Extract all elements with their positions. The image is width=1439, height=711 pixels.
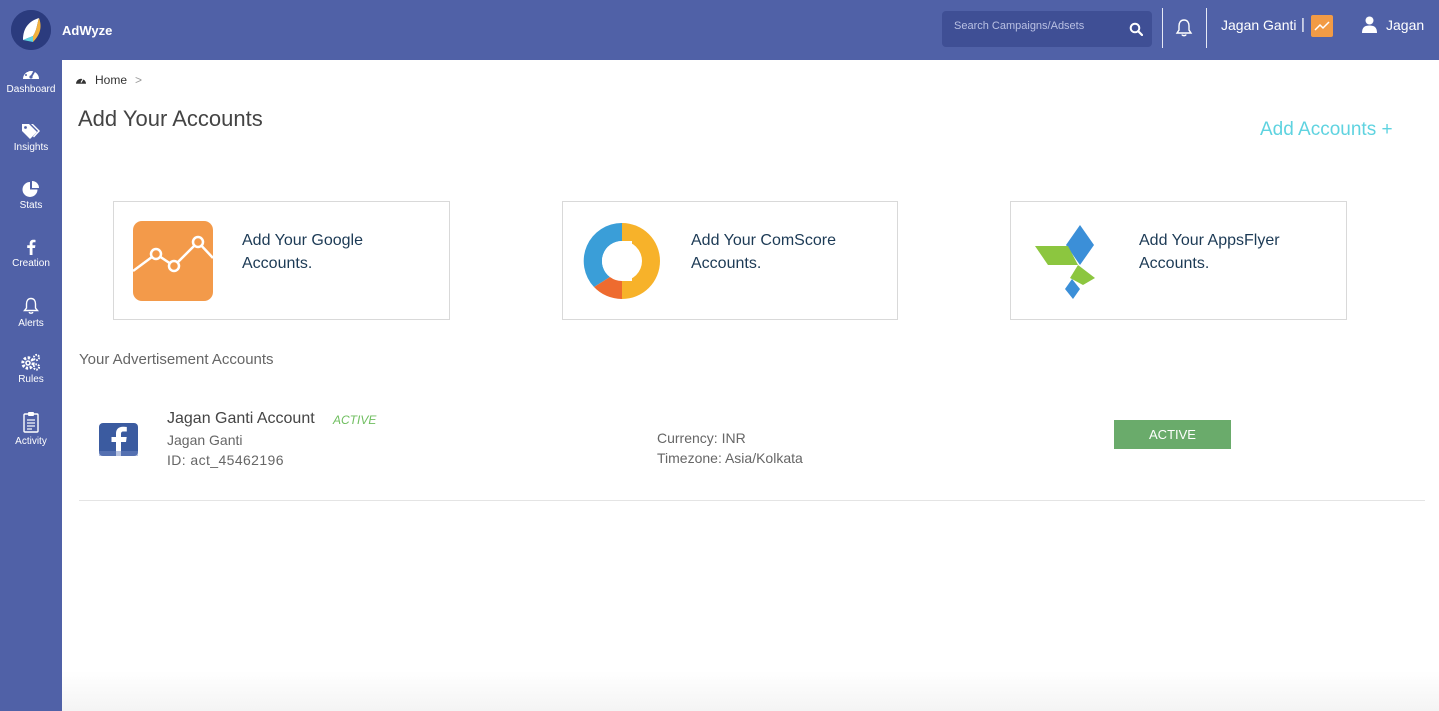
sidebar-item-insights[interactable]: Insights (0, 123, 62, 175)
account-currency: Currency: INR (657, 430, 746, 446)
sidebar-item-label: Activity (15, 436, 47, 447)
account-owner: Jagan Ganti (167, 432, 243, 448)
dashboard-icon (76, 78, 86, 84)
sidebar-item-stats[interactable]: Stats (0, 181, 62, 233)
gears-icon (21, 353, 41, 371)
account-name: Jagan Ganti Account (167, 410, 315, 427)
account-status-button[interactable]: ACTIVE (1114, 420, 1231, 449)
sidebar-item-activity[interactable]: Activity (0, 411, 62, 463)
bottom-fade (62, 671, 1439, 711)
dashboard-icon (23, 68, 39, 79)
sidebar-item-label: Alerts (18, 318, 44, 329)
card-label: Add Your AppsFlyer Accounts. (1139, 232, 1280, 272)
sidebar-item-label: Insights (13, 142, 49, 153)
profile-menu[interactable]: Jagan (1362, 16, 1424, 33)
main-content: Home > Add Your Accounts Add Accounts + … (62, 60, 1439, 711)
add-accounts-link[interactable]: Add Accounts + (1260, 119, 1393, 141)
sidebar-item-label: Rules (18, 374, 44, 385)
header-divider (1206, 8, 1207, 48)
search-box (942, 11, 1152, 47)
profile-name: Jagan (1386, 16, 1425, 33)
sidebar-item-creation[interactable]: Creation (0, 239, 62, 291)
breadcrumb: Home > (75, 73, 142, 87)
sidebar-item-alerts[interactable]: Alerts (0, 297, 62, 349)
sidebar-item-label: Creation (12, 258, 50, 269)
adwyze-logo-icon[interactable] (11, 10, 51, 50)
section-title: Your Advertisement Accounts (79, 351, 274, 368)
card-label: Add Your Google Accounts. (242, 232, 363, 272)
comscore-icon (582, 221, 662, 301)
account-status-tag: ACTIVE (333, 413, 377, 427)
card-label: Add Your ComScore Accounts. (691, 232, 836, 272)
facebook-icon (27, 239, 36, 255)
tags-icon (22, 124, 40, 139)
facebook-icon (99, 423, 138, 456)
appsflyer-icon (1030, 221, 1110, 301)
user-icon (1362, 16, 1377, 33)
search-button[interactable] (1120, 11, 1152, 47)
account-row: Jagan Ganti Account ACTIVE Jagan Ganti I… (79, 392, 1425, 501)
notifications-bell-icon[interactable] (1174, 18, 1194, 38)
user-separator: | (1301, 16, 1305, 33)
bell-icon (23, 297, 39, 314)
add-appsflyer-accounts-card[interactable]: Add Your AppsFlyer Accounts. (1010, 201, 1347, 320)
breadcrumb-home[interactable]: Home (95, 73, 127, 87)
add-comscore-accounts-card[interactable]: Add Your ComScore Accounts. (562, 201, 898, 320)
google-analytics-icon (132, 221, 214, 301)
breadcrumb-separator: > (135, 73, 143, 87)
brand-name: AdWyze (62, 23, 113, 38)
add-google-accounts-card[interactable]: Add Your Google Accounts. (113, 201, 450, 320)
sidebar-item-label: Stats (19, 200, 43, 211)
pie-chart-icon (22, 181, 39, 197)
sidebar-item-dashboard[interactable]: Dashboard (0, 65, 62, 117)
header-divider (1162, 8, 1163, 48)
search-input[interactable] (942, 11, 1114, 47)
clipboard-icon (23, 412, 39, 433)
page-title: Add Your Accounts (78, 106, 263, 131)
sidebar-item-rules[interactable]: Rules (0, 353, 62, 405)
top-bar: AdWyze Jagan Ganti | Jagan (0, 0, 1439, 60)
account-user-name[interactable]: Jagan Ganti (1221, 17, 1297, 33)
search-icon (1129, 22, 1143, 36)
sidebar-item-label: Dashboard (6, 84, 56, 95)
account-badge-icon[interactable] (1311, 15, 1333, 37)
account-id: ID: act_45462196 (167, 452, 284, 468)
sidebar: Dashboard Insights Stats Creation Alerts (0, 60, 62, 711)
account-timezone: Timezone: Asia/Kolkata (657, 450, 803, 466)
